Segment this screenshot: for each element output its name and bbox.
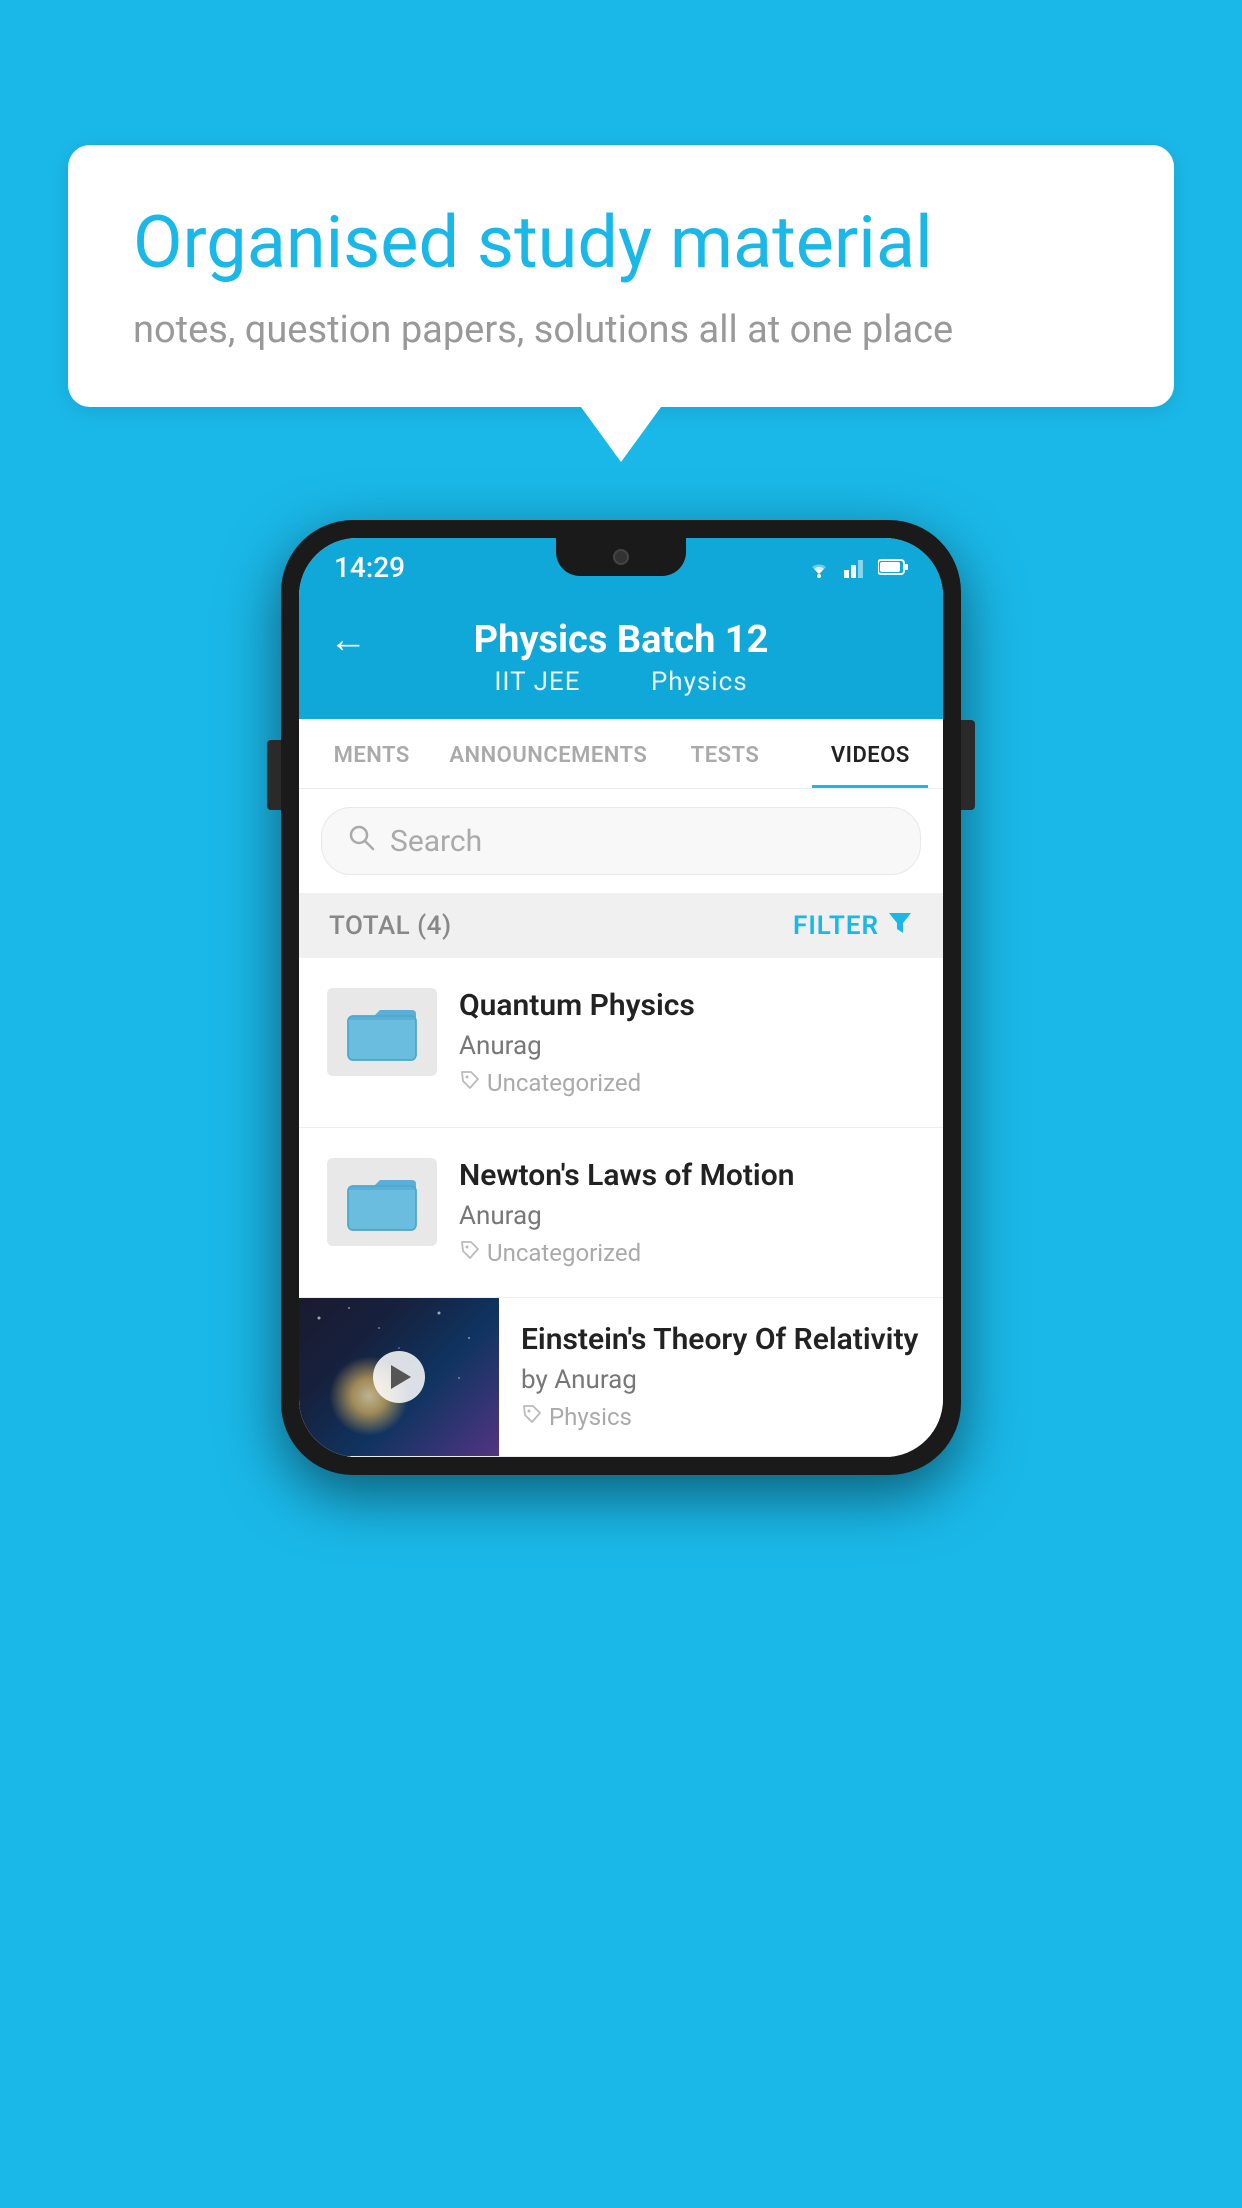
quantum-author: Anurag xyxy=(459,1031,915,1061)
tag-icon xyxy=(459,1069,481,1097)
tab-tests[interactable]: TESTS xyxy=(652,719,797,788)
play-triangle-icon xyxy=(391,1365,411,1389)
speech-bubble-subtitle: notes, question papers, solutions all at… xyxy=(133,308,1109,352)
header-subtitle: IIT JEE Physics xyxy=(482,667,759,697)
wifi-icon xyxy=(804,556,834,578)
einstein-author: by Anurag xyxy=(521,1365,921,1395)
list-item[interactable]: Einstein's Theory Of Relativity by Anura… xyxy=(299,1298,943,1457)
notch-camera xyxy=(613,549,629,565)
speech-bubble-title: Organised study material xyxy=(133,200,1109,286)
folder-icon xyxy=(346,1172,418,1232)
search-input-placeholder: Search xyxy=(390,824,482,859)
einstein-tag: Physics xyxy=(521,1403,921,1431)
speech-bubble: Organised study material notes, question… xyxy=(68,145,1174,407)
newton-tag: Uncategorized xyxy=(459,1239,915,1267)
newton-info: Newton's Laws of Motion Anurag Uncategor… xyxy=(459,1158,915,1267)
filter-button[interactable]: FILTER xyxy=(793,909,913,942)
newton-thumbnail xyxy=(327,1158,437,1246)
back-button[interactable]: ← xyxy=(329,618,367,662)
newton-author: Anurag xyxy=(459,1201,915,1231)
header-title: Physics Batch 12 xyxy=(474,618,769,662)
einstein-info: Einstein's Theory Of Relativity by Anura… xyxy=(499,1298,943,1455)
status-time: 14:29 xyxy=(334,551,405,584)
signal-icon xyxy=(844,556,868,578)
tab-announcements[interactable]: ANNOUNCEMENTS xyxy=(444,719,652,788)
tag-icon xyxy=(459,1239,481,1267)
filter-icon xyxy=(887,909,913,942)
subtitle-separator xyxy=(612,667,627,697)
tag-icon xyxy=(521,1403,543,1431)
quantum-info: Quantum Physics Anurag Uncategorized xyxy=(459,988,915,1097)
app-header-top: ← Physics Batch 12 xyxy=(329,618,913,662)
quantum-title: Quantum Physics xyxy=(459,988,915,1023)
speech-bubble-container: Organised study material notes, question… xyxy=(68,145,1174,462)
status-icons xyxy=(804,556,908,578)
filter-label: FILTER xyxy=(793,911,879,941)
filter-bar: TOTAL (4) FILTER xyxy=(299,893,943,958)
status-bar: 14:29 xyxy=(299,538,943,596)
app-header: ← Physics Batch 12 IIT JEE Physics xyxy=(299,596,943,719)
search-bar[interactable]: Search xyxy=(321,807,921,875)
subtitle-iitjee: IIT JEE xyxy=(494,667,580,697)
phone-inner: 14:29 xyxy=(299,538,943,1457)
list-item[interactable]: Newton's Laws of Motion Anurag Uncategor… xyxy=(299,1128,943,1298)
newton-title: Newton's Laws of Motion xyxy=(459,1158,915,1193)
phone-container: 14:29 xyxy=(281,520,961,1475)
folder-icon xyxy=(346,1002,418,1062)
quantum-tag: Uncategorized xyxy=(459,1069,915,1097)
einstein-thumbnail xyxy=(299,1298,499,1456)
phone-outer: 14:29 xyxy=(281,520,961,1475)
speech-bubble-arrow xyxy=(581,407,661,462)
search-icon xyxy=(346,822,376,860)
battery-icon xyxy=(878,558,908,576)
quantum-thumbnail xyxy=(327,988,437,1076)
list-item[interactable]: Quantum Physics Anurag Uncategorized xyxy=(299,958,943,1128)
notch xyxy=(556,538,686,576)
tab-videos[interactable]: VIDEOS xyxy=(798,719,943,788)
play-button[interactable] xyxy=(373,1351,425,1403)
tabs: MENTS ANNOUNCEMENTS TESTS VIDEOS xyxy=(299,719,943,789)
total-count: TOTAL (4) xyxy=(329,911,452,941)
einstein-title: Einstein's Theory Of Relativity xyxy=(521,1322,921,1357)
tab-ments[interactable]: MENTS xyxy=(299,719,444,788)
subtitle-physics: Physics xyxy=(651,667,748,697)
video-list: Quantum Physics Anurag Uncategorized xyxy=(299,958,943,1457)
search-container: Search xyxy=(299,789,943,893)
